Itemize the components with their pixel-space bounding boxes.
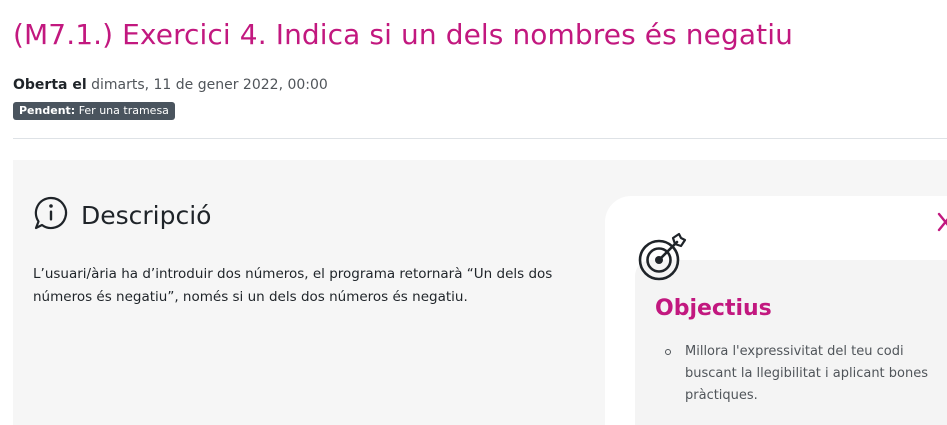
status-badge-value: Fer una tramesa <box>78 104 169 117</box>
opened-label: Oberta el <box>13 77 87 93</box>
objectives-card: Objectius Millora l'expressivitat del te… <box>605 196 947 425</box>
assignment-page: (M7.1.) Exercici 4. Indica si un dels no… <box>0 0 947 425</box>
target-icon <box>638 232 687 281</box>
divider <box>13 138 947 139</box>
info-speech-icon <box>34 196 68 230</box>
objectives-list: Millora l'expressivitat del teu codi bus… <box>665 341 945 407</box>
close-icon[interactable] <box>937 212 947 232</box>
page-title: (M7.1.) Exercici 4. Indica si un dels no… <box>13 18 793 51</box>
objective-item: Millora l'expressivitat del teu codi bus… <box>665 341 945 407</box>
opened-date: Oberta el dimarts, 11 de gener 2022, 00:… <box>13 77 328 93</box>
objectives-heading: Objectius <box>655 296 772 321</box>
opened-value: dimarts, 11 de gener 2022, 00:00 <box>91 77 328 93</box>
objective-item-text: Millora l'expressivitat del teu codi bus… <box>685 344 929 403</box>
description-panel: Descripció L’usuari/ària ha d’introduir … <box>13 160 947 425</box>
status-badge-label: Pendent: <box>19 104 76 117</box>
description-text: L’usuari/ària ha d’introduir dos números… <box>33 266 553 305</box>
objective-bullet-icon <box>665 349 671 355</box>
description-heading: Descripció <box>81 201 212 230</box>
status-badge: Pendent: Fer una tramesa <box>13 102 175 120</box>
